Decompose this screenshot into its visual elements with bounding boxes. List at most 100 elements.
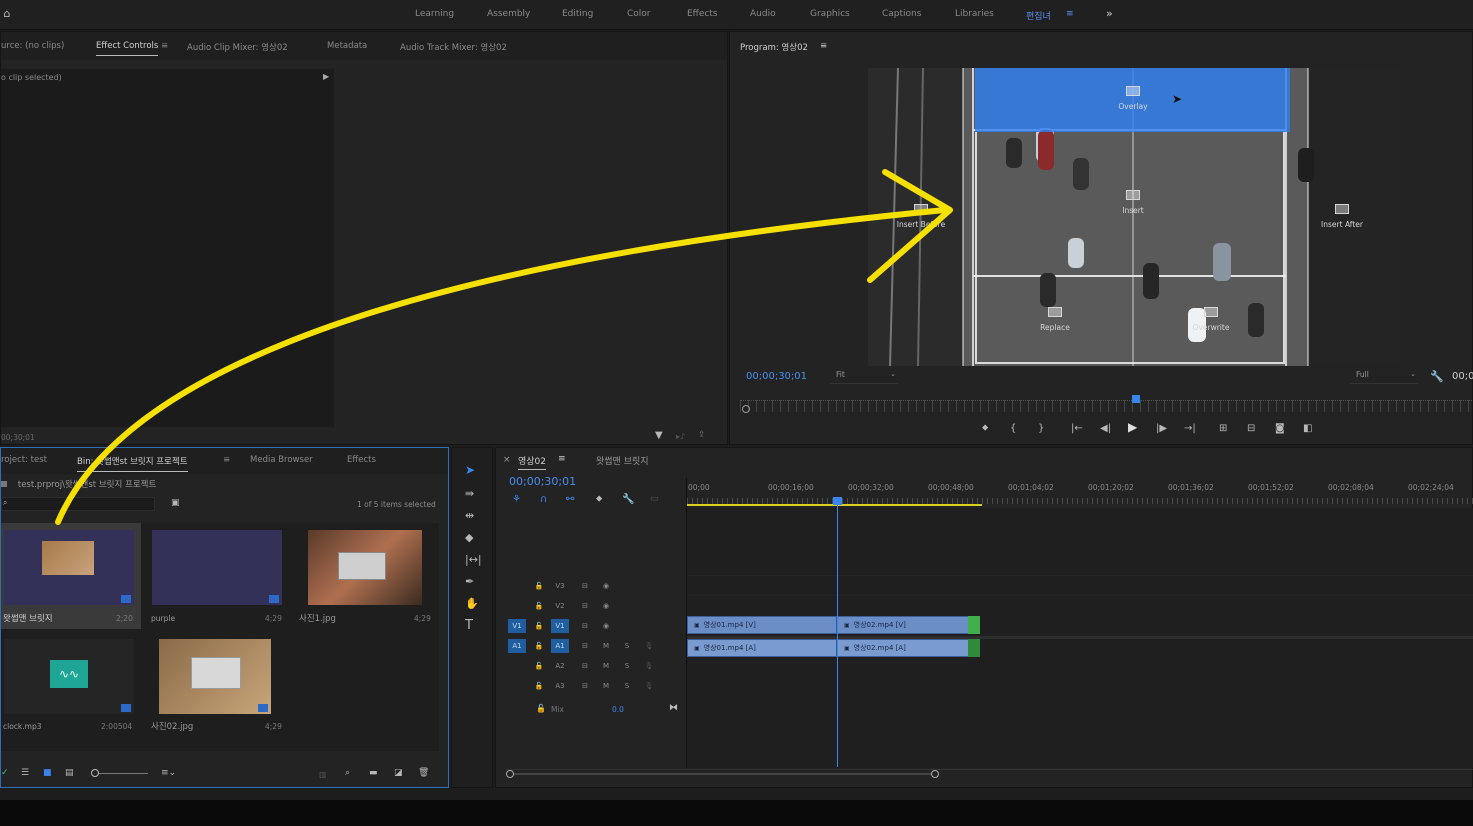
- ripple-edit-tool-icon[interactable]: ⇹: [465, 510, 474, 521]
- captions-track-icon[interactable]: ▭: [650, 494, 659, 505]
- source-patch-2[interactable]: V1: [508, 619, 526, 633]
- mute-button[interactable]: M: [597, 679, 615, 693]
- tab-metadata[interactable]: Metadata: [327, 41, 367, 51]
- scroll-left-handle[interactable]: [506, 770, 514, 778]
- clip-audio-2[interactable]: ▣ 영상02.mp4 [A]: [837, 639, 969, 657]
- tab-effects[interactable]: Effects: [347, 455, 376, 465]
- voiceover-mic-icon[interactable]: 🎙: [640, 659, 658, 673]
- mix-lock-icon[interactable]: 🔓: [536, 704, 546, 713]
- track-lock-icon[interactable]: 🔓: [530, 619, 548, 633]
- voiceover-mic-icon[interactable]: 🎙: [640, 639, 658, 653]
- thumb-purple[interactable]: [152, 530, 282, 605]
- clip-audio-1[interactable]: ▣ 영상01.mp4 [A]: [687, 639, 837, 657]
- filter-icon[interactable]: ▼: [655, 430, 663, 441]
- track-lock-icon[interactable]: 🔓: [530, 639, 548, 653]
- timeline-timecode[interactable]: 00;00;30;01: [509, 475, 576, 488]
- workspace-captions[interactable]: Captions: [882, 9, 921, 19]
- eye-icon[interactable]: ◉: [597, 599, 615, 613]
- step-back-icon[interactable]: ◀|: [1100, 423, 1111, 434]
- sync-lock-icon[interactable]: ⊟: [576, 619, 594, 633]
- freeform-view-icon[interactable]: ▤: [65, 768, 74, 779]
- workspace-overflow-icon[interactable]: »: [1106, 7, 1113, 20]
- eye-icon[interactable]: ◉: [597, 619, 615, 633]
- scroll-thumb[interactable]: [514, 773, 932, 775]
- go-to-out-icon[interactable]: →|: [1184, 423, 1196, 434]
- track-target-4[interactable]: A2: [551, 659, 569, 673]
- eye-icon[interactable]: ◉: [597, 579, 615, 593]
- zoom-slider[interactable]: [91, 769, 148, 777]
- automate-to-sequence-icon[interactable]: ▥: [319, 769, 327, 780]
- timeline-playhead[interactable]: [833, 497, 842, 767]
- program-scrubber[interactable]: [740, 395, 1473, 412]
- track-target-5[interactable]: A3: [551, 679, 569, 693]
- program-video-frame[interactable]: Overlay Insert Before Insert Insert Afte…: [868, 68, 1400, 366]
- thumb-sequence[interactable]: [4, 530, 134, 605]
- razor-tool-icon[interactable]: ◆: [465, 532, 473, 543]
- source-patch-0[interactable]: [508, 579, 526, 593]
- track-lock-icon[interactable]: 🔓: [530, 599, 548, 613]
- timeline-close-icon[interactable]: ×: [503, 455, 511, 465]
- workspace-effects[interactable]: Effects: [687, 9, 718, 19]
- slip-tool-icon[interactable]: |↔|: [465, 554, 482, 565]
- track-area[interactable]: ▣ 영상01.mp4 [V] ▣ 영상02.mp4 [V] ▣ 영상01.mp4 [A…: [686, 497, 1473, 768]
- pen-tool-icon[interactable]: ✒: [465, 576, 474, 587]
- scroll-right-handle[interactable]: [931, 770, 939, 778]
- timeline-settings-icon[interactable]: 🔧: [622, 494, 634, 505]
- track-lock-icon[interactable]: 🔓: [530, 659, 548, 673]
- track-lock-icon[interactable]: 🔓: [530, 679, 548, 693]
- tab-sequence-1[interactable]: 영상02: [518, 454, 547, 470]
- tab-audio-clip-mixer[interactable]: Audio Clip Mixer: 영상02: [187, 41, 288, 53]
- bin-menu-icon[interactable]: ≡: [223, 455, 230, 465]
- play-icon[interactable]: ▶: [1128, 421, 1137, 433]
- export-frame-icon[interactable]: ◙: [1275, 423, 1285, 434]
- hand-tool-icon[interactable]: ✋: [465, 598, 479, 609]
- new-bin-icon[interactable]: ▬: [369, 768, 378, 779]
- selection-tool-icon[interactable]: ➤: [465, 464, 475, 476]
- replace-zone[interactable]: Replace: [1025, 307, 1085, 332]
- wrench-icon[interactable]: 🔧: [1430, 371, 1444, 382]
- home-icon[interactable]: ⌂: [0, 8, 14, 19]
- icon-view-icon[interactable]: ■: [43, 768, 52, 779]
- solo-button[interactable]: S: [618, 679, 636, 693]
- timeline-menu-icon[interactable]: ≡: [558, 454, 566, 464]
- workspace-editing[interactable]: Editing: [562, 9, 593, 19]
- track-target-1[interactable]: V2: [551, 599, 569, 613]
- sync-lock-icon[interactable]: ⊟: [576, 639, 594, 653]
- program-monitor-menu-icon[interactable]: ≡: [820, 41, 827, 51]
- thumb-photo1[interactable]: [308, 530, 422, 605]
- new-bin-from-search-icon[interactable]: ▣: [171, 498, 180, 509]
- mute-button[interactable]: M: [597, 639, 615, 653]
- overwrite-zone[interactable]: Overwrite: [1181, 307, 1241, 332]
- insert-before-zone[interactable]: Insert Before: [886, 204, 956, 229]
- go-to-in-icon[interactable]: |←: [1071, 423, 1083, 434]
- mix-value[interactable]: 0.0: [612, 705, 624, 714]
- track-target-3[interactable]: A1: [551, 639, 569, 653]
- tab-audio-track-mixer[interactable]: Audio Track Mixer: 영상02: [400, 41, 507, 53]
- track-target-0[interactable]: V3: [551, 579, 569, 593]
- insert-after-zone[interactable]: Insert After: [1312, 204, 1372, 229]
- tab-source[interactable]: urce: (no clips): [1, 41, 64, 51]
- resolution-dropdown[interactable]: Full ⌄: [1350, 370, 1418, 384]
- tab-bin[interactable]: Bin: 왓썹맨st 브릿지 프로젝트: [77, 455, 188, 472]
- type-tool-icon[interactable]: T: [465, 619, 473, 632]
- tab-media-browser[interactable]: Media Browser: [250, 455, 313, 465]
- voiceover-mic-icon[interactable]: 🎙: [640, 679, 658, 693]
- play-only-audio-icon[interactable]: ▸♪: [676, 431, 685, 442]
- workspace-libraries[interactable]: Libraries: [955, 9, 994, 19]
- timeline-marker-icon[interactable]: ⬥: [596, 494, 602, 505]
- linked-selection-icon[interactable]: ⚯: [566, 494, 574, 505]
- overlay-zone[interactable]: Overlay: [1103, 86, 1163, 111]
- nest-icon[interactable]: ⚘: [512, 494, 521, 505]
- sort-icon[interactable]: ≡⌄: [161, 768, 176, 779]
- lift-icon[interactable]: ⊞: [1219, 423, 1227, 434]
- list-view-icon[interactable]: ☰: [21, 768, 29, 779]
- zoom-slider-handle[interactable]: [91, 769, 99, 777]
- expand-arrow-icon[interactable]: ▶: [323, 72, 329, 81]
- snap-icon[interactable]: ∩: [540, 494, 547, 505]
- tab-project[interactable]: roject: test: [1, 455, 47, 465]
- mute-button[interactable]: M: [597, 659, 615, 673]
- workspace-active[interactable]: 편집녀: [1026, 9, 1051, 22]
- trash-icon[interactable]: 🗑: [418, 768, 429, 779]
- thumb-photo2[interactable]: [159, 639, 271, 714]
- program-timecode[interactable]: 00;00;30;01: [746, 371, 807, 382]
